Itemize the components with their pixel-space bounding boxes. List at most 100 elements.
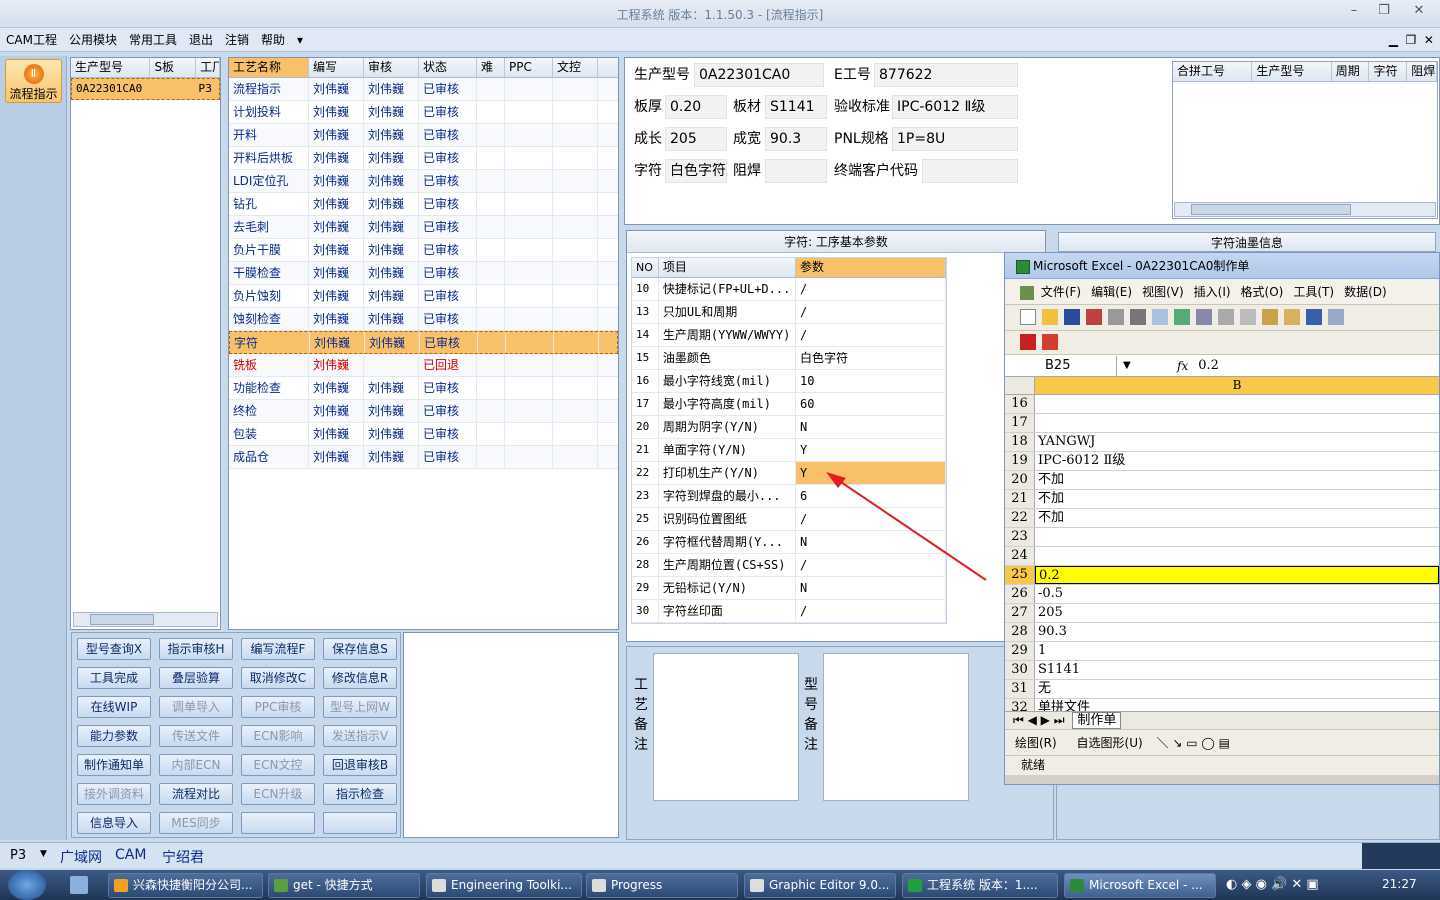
save-icon[interactable] xyxy=(1064,309,1080,325)
excel-row[interactable]: 20 不加 xyxy=(1005,471,1439,490)
menu-cam[interactable]: CAM工程 xyxy=(0,28,63,52)
col-item[interactable]: 项目 xyxy=(659,258,796,277)
excel-cell[interactable]: -0.5 xyxy=(1035,585,1439,603)
menu-overflow-icon[interactable]: ▾ xyxy=(291,28,309,52)
permission-icon[interactable] xyxy=(1086,309,1102,325)
param-row[interactable]: 17 最小字符高度(mil) 60 xyxy=(632,393,946,416)
clock[interactable]: 21:27 xyxy=(1382,877,1417,891)
excel-row[interactable]: 31 无 xyxy=(1005,680,1439,699)
factory-dropdown-icon[interactable]: ▼ xyxy=(40,849,47,859)
row-number[interactable]: 32 xyxy=(1005,699,1035,711)
flow-indicate-button[interactable]: Ⅱ 流程指示 xyxy=(5,59,62,103)
table-row[interactable]: 计划投料 刘伟巍 刘伟巍 已审核 xyxy=(229,101,618,124)
col-combine-mask[interactable]: 阻焊 xyxy=(1407,62,1437,81)
action-button[interactable]: 指示检查 xyxy=(323,783,397,805)
row-number[interactable]: 24 xyxy=(1005,547,1035,565)
col-combine-model[interactable]: 生产型号 xyxy=(1252,62,1332,81)
excel-cell[interactable]: 不加 xyxy=(1035,509,1439,527)
excel-row[interactable]: 19 IPC-6012 Ⅱ级 xyxy=(1005,452,1439,471)
param-row[interactable]: 15 油墨颜色 白色字符 xyxy=(632,347,946,370)
sheet-nav-icon[interactable]: ⏮ ◀ ▶ ⏭ xyxy=(1013,713,1065,727)
table-row[interactable]: 负片干膜 刘伟巍 刘伟巍 已审核 xyxy=(229,239,618,262)
table-row[interactable]: 铣板 刘伟巍 已回退 xyxy=(229,354,618,377)
table-row[interactable]: 去毛刺 刘伟巍 刘伟巍 已审核 xyxy=(229,216,618,239)
action-button[interactable]: ECN影响 xyxy=(241,725,315,747)
process-note-textarea[interactable] xyxy=(653,653,799,801)
action-button[interactable]: 保存信息S xyxy=(323,638,397,660)
param-cell[interactable]: Y xyxy=(796,439,946,461)
row-number[interactable]: 19 xyxy=(1005,452,1035,470)
line-tools-icon[interactable]: ＼ ↘ ▭ ◯ ▤ xyxy=(1157,736,1230,750)
table-row[interactable]: 终检 刘伟巍 刘伟巍 已审核 xyxy=(229,400,618,423)
action-button[interactable]: 型号查询X xyxy=(77,638,151,660)
menu-tools[interactable]: 常用工具 xyxy=(123,28,183,52)
action-button[interactable]: 内部ECN xyxy=(159,754,233,776)
param-row[interactable]: 16 最小字符线宽(mil) 10 xyxy=(632,370,946,393)
table-row[interactable]: 开料 刘伟巍 刘伟巍 已审核 xyxy=(229,124,618,147)
task-item-1[interactable]: 兴森快捷衡阳分公司... xyxy=(108,873,263,898)
cut-icon[interactable] xyxy=(1218,309,1234,325)
mdi-controls[interactable]: ▁ ❐ ✕ xyxy=(1389,28,1434,52)
tray-icons[interactable]: ◐ ◈ ◉ 🔊 ✕ ▣ xyxy=(1226,877,1319,892)
draw-menu[interactable]: 绘图(R) xyxy=(1015,736,1057,750)
menu-logout[interactable]: 注销 xyxy=(219,28,255,52)
param-cell[interactable]: 60 xyxy=(796,393,946,415)
excel-menu-format[interactable]: 格式(O) xyxy=(1241,285,1284,299)
excel-menu-insert[interactable]: 插入(I) xyxy=(1194,285,1231,299)
excel-cell[interactable]: 不加 xyxy=(1035,490,1439,508)
task-item-6[interactable]: 工程系统 版本：1.... xyxy=(902,873,1058,898)
model-note-textarea[interactable] xyxy=(823,653,969,801)
excel-row[interactable]: 28 90.3 xyxy=(1005,623,1439,642)
col-factory[interactable]: 工厂 xyxy=(196,58,220,77)
action-button[interactable]: 编写流程F xyxy=(241,638,315,660)
excel-cell[interactable]: 不加 xyxy=(1035,471,1439,489)
table-row[interactable]: 字符 刘伟巍 刘伟巍 已审核 xyxy=(229,331,618,354)
table-row[interactable]: 流程指示 刘伟巍 刘伟巍 已审核 xyxy=(229,78,618,101)
col-combine-no[interactable]: 合拼工号 xyxy=(1173,62,1253,81)
excel-row[interactable]: 16 xyxy=(1005,395,1439,414)
mask-field[interactable] xyxy=(765,159,827,183)
open-icon[interactable] xyxy=(1042,309,1058,325)
excel-row[interactable]: 18 YANGWJ xyxy=(1005,433,1439,452)
redo-icon[interactable] xyxy=(1328,309,1344,325)
col-process-name[interactable]: 工艺名称 xyxy=(229,58,309,77)
task-item-2[interactable]: get - 快捷方式 xyxy=(268,873,420,898)
task-item-3[interactable]: Engineering Toolki... xyxy=(426,873,582,898)
menu-help[interactable]: 帮助 xyxy=(255,28,291,52)
combine-hscrollbar[interactable] xyxy=(1174,202,1436,217)
standard-field[interactable]: IPC-6012 Ⅱ级 xyxy=(892,95,1018,119)
action-button[interactable]: 指示审核H xyxy=(159,638,233,660)
param-cell[interactable]: / xyxy=(796,324,946,346)
namebox-dropdown-icon[interactable]: ▼ xyxy=(1123,360,1131,371)
excel-cell[interactable]: IPC-6012 Ⅱ级 xyxy=(1035,452,1439,470)
row-number[interactable]: 27 xyxy=(1005,604,1035,622)
research-icon[interactable] xyxy=(1196,309,1212,325)
close-button[interactable]: ✕ xyxy=(1405,2,1433,22)
action-button[interactable] xyxy=(323,812,397,834)
row-number[interactable]: 31 xyxy=(1005,680,1035,698)
excel-menu-edit[interactable]: 编辑(E) xyxy=(1091,285,1132,299)
table-row[interactable]: 开料后烘板 刘伟巍 刘伟巍 已审核 xyxy=(229,147,618,170)
spelling-icon[interactable] xyxy=(1174,309,1190,325)
excel-cell[interactable] xyxy=(1035,528,1439,546)
paste-icon[interactable] xyxy=(1262,309,1278,325)
maximize-button[interactable]: ❐ xyxy=(1370,2,1398,22)
excel-row[interactable]: 32 单拼文件 xyxy=(1005,699,1439,711)
action-button[interactable]: 修改信息R xyxy=(323,667,397,689)
column-b-header[interactable]: B xyxy=(1035,377,1439,394)
row-number[interactable]: 26 xyxy=(1005,585,1035,603)
param-cell[interactable]: / xyxy=(796,278,946,300)
action-button[interactable]: 流程对比 xyxy=(159,783,233,805)
col-ppc[interactable]: PPC xyxy=(505,58,553,77)
col-combine-cycle[interactable]: 周期 xyxy=(1332,62,1370,81)
excel-cell[interactable]: 205 xyxy=(1035,604,1439,622)
pdf-mail-icon[interactable] xyxy=(1042,334,1058,350)
excel-row[interactable]: 17 xyxy=(1005,414,1439,433)
excel-row[interactable]: 29 1 xyxy=(1005,642,1439,661)
param-row[interactable]: 13 只加UL和周期 / xyxy=(632,301,946,324)
param-row[interactable]: 10 快捷标记(FP+UL+D... / xyxy=(632,278,946,301)
row-number[interactable]: 29 xyxy=(1005,642,1035,660)
format-painter-icon[interactable] xyxy=(1284,309,1300,325)
col-author[interactable]: 编写 xyxy=(309,58,364,77)
row-number[interactable]: 17 xyxy=(1005,414,1035,432)
